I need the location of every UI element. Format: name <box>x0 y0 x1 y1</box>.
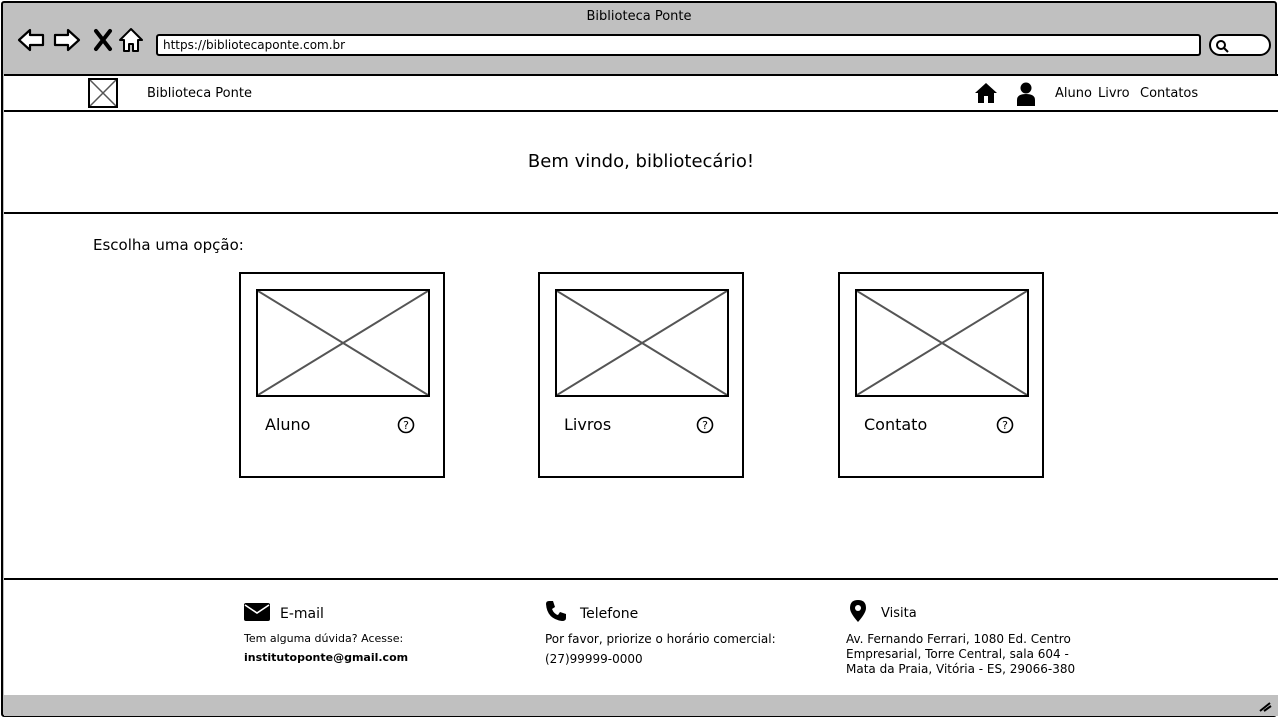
nav-link-livro[interactable]: Livro <box>1098 86 1130 101</box>
card-label: Contato <box>864 415 928 434</box>
svg-text:?: ? <box>403 419 409 432</box>
visit-title: Visita <box>881 606 917 621</box>
user-icon[interactable] <box>1016 82 1036 110</box>
stop-x-icon <box>94 29 112 51</box>
home-button[interactable] <box>116 25 146 55</box>
email-title: E-mail <box>280 606 324 622</box>
email-text: Tem alguma dúvida? Acesse: <box>244 632 404 645</box>
option-card-contato[interactable]: Contato ? <box>838 272 1044 478</box>
resize-grip-icon[interactable] <box>1258 700 1272 712</box>
image-placeholder <box>555 289 729 397</box>
stop-button[interactable] <box>88 25 118 55</box>
phone-number[interactable]: (27)99999-0000 <box>545 652 643 666</box>
option-card-aluno[interactable]: Aluno ? <box>239 272 445 478</box>
card-label: Aluno <box>265 415 311 434</box>
site-header: Biblioteca Ponte Aluno Livro Contatos <box>4 76 1278 112</box>
browser-search-button[interactable] <box>1209 34 1271 56</box>
browser-window: Biblioteca Ponte https://bibliotecaponte… <box>1 1 1278 717</box>
email-address[interactable]: institutoponte@gmail.com <box>244 651 408 664</box>
site-footer: E-mail Tem alguma dúvida? Acesse: instit… <box>4 578 1278 695</box>
brand-name: Biblioteca Ponte <box>147 86 252 101</box>
visit-address: Av. Fernando Ferrari, 1080 Ed. Centro Em… <box>846 632 1076 676</box>
map-pin-icon <box>850 600 866 622</box>
help-icon[interactable]: ? <box>996 416 1014 438</box>
back-arrow-icon <box>17 28 45 52</box>
phone-title: Telefone <box>580 606 639 622</box>
home-icon[interactable] <box>974 82 998 108</box>
back-button[interactable] <box>16 25 46 55</box>
window-title: Biblioteca Ponte <box>586 9 692 24</box>
svg-text:?: ? <box>1002 419 1008 432</box>
options-prompt: Escolha uma opção: <box>93 236 244 254</box>
phone-icon <box>546 601 566 621</box>
envelope-icon <box>244 603 270 621</box>
image-placeholder <box>855 289 1029 397</box>
card-label: Livros <box>564 415 612 434</box>
image-placeholder <box>256 289 430 397</box>
hero-banner: Bem vindo, bibliotecário! <box>4 112 1278 214</box>
home-outline-icon <box>119 28 143 52</box>
svg-text:?: ? <box>702 419 708 432</box>
page-viewport: Biblioteca Ponte Aluno Livro Contatos Be… <box>4 74 1278 697</box>
forward-arrow-icon <box>53 28 81 52</box>
welcome-title: Bem vindo, bibliotecário! <box>527 151 755 172</box>
forward-button[interactable] <box>52 25 82 55</box>
browser-status-bar <box>4 695 1278 716</box>
option-card-livros[interactable]: Livros ? <box>538 272 744 478</box>
magnifier-icon <box>1216 40 1229 53</box>
nav-link-aluno[interactable]: Aluno <box>1055 86 1092 101</box>
nav-link-contatos[interactable]: Contatos <box>1140 86 1198 101</box>
phone-text: Por favor, priorize o horário comercial: <box>545 632 776 646</box>
address-bar[interactable]: https://bibliotecaponte.com.br <box>156 34 1201 56</box>
logo-placeholder <box>88 78 118 108</box>
help-icon[interactable]: ? <box>397 416 415 438</box>
help-icon[interactable]: ? <box>696 416 714 438</box>
